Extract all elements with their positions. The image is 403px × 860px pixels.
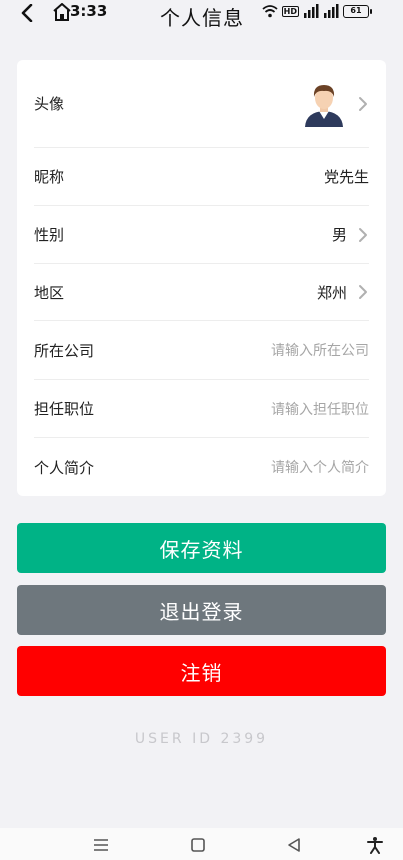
row-label: 地区 <box>34 283 65 302</box>
signal-icon-2 <box>324 4 339 18</box>
chevron-left-icon <box>21 4 33 22</box>
system-nav-bar <box>0 828 403 860</box>
gender-value: 男 <box>331 226 347 244</box>
chevron-right-icon <box>359 96 367 111</box>
battery-icon: 61 <box>343 4 372 18</box>
signal-icon <box>304 4 319 18</box>
row-gender[interactable]: 性别 男 <box>34 206 369 264</box>
triangle-back-icon[interactable] <box>285 836 303 854</box>
accessibility-icon[interactable] <box>366 836 384 854</box>
chevron-right-icon <box>359 285 367 299</box>
row-position[interactable]: 担任职位 请输入担任职位 <box>34 380 369 438</box>
row-label: 个人简介 <box>34 458 95 477</box>
page-title: 个人信息 <box>160 6 244 30</box>
profile-card: 头像 昵称 党先生 性别 男 地区 郑州 所在公司 请输入所在公司 担任职位 请… <box>17 60 386 496</box>
row-label: 昵称 <box>34 168 65 186</box>
company-input[interactable]: 请输入所在公司 <box>271 340 369 360</box>
deactivate-account-button[interactable]: 注销 <box>17 646 386 696</box>
wifi-icon <box>262 5 278 18</box>
square-icon[interactable] <box>189 836 207 854</box>
logout-button[interactable]: 退出登录 <box>17 585 386 635</box>
row-label: 头像 <box>34 95 65 113</box>
position-input[interactable]: 请输入担任职位 <box>271 399 369 419</box>
back-button[interactable] <box>16 2 38 24</box>
user-id-label: USER ID 2399 <box>134 731 269 747</box>
chevron-right-icon <box>359 227 367 242</box>
nickname-value: 党先生 <box>323 168 369 186</box>
menu-icon[interactable] <box>92 836 110 854</box>
status-time: 3:33 <box>70 2 108 20</box>
home-icon <box>53 3 71 21</box>
bio-input[interactable]: 请输入个人简介 <box>271 457 369 477</box>
save-profile-button[interactable]: 保存资料 <box>17 523 386 573</box>
region-value: 郑州 <box>316 283 347 302</box>
row-region[interactable]: 地区 郑州 <box>34 264 369 321</box>
row-label: 所在公司 <box>34 341 95 360</box>
status-icons: HD 61 <box>262 4 372 18</box>
row-bio[interactable]: 个人简介 请输入个人简介 <box>34 438 369 496</box>
row-label: 性别 <box>34 226 65 244</box>
avatar[interactable] <box>301 81 347 127</box>
row-label: 担任职位 <box>34 400 95 418</box>
row-company[interactable]: 所在公司 请输入所在公司 <box>34 321 369 380</box>
row-nickname[interactable]: 昵称 党先生 <box>34 148 369 206</box>
hd-badge: HD <box>281 5 299 17</box>
top-bar: 3:33 个人信息 HD 61 <box>0 0 403 30</box>
row-avatar[interactable]: 头像 <box>34 60 369 148</box>
